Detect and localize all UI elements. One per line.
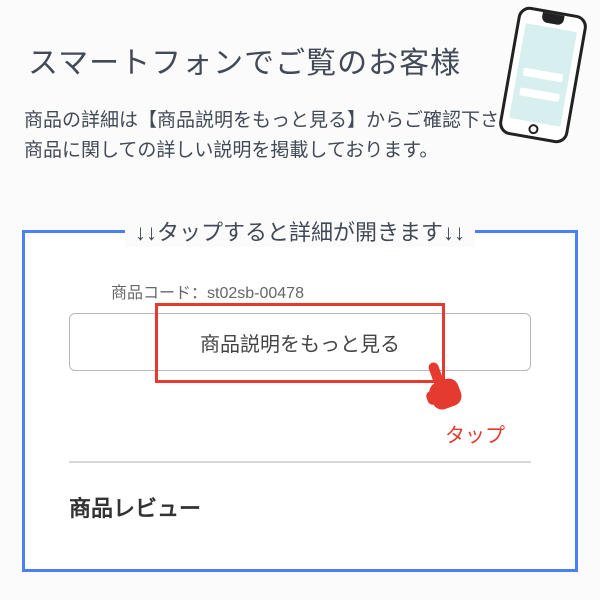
description-line: 商品に関しての詳しい説明を掲載しております。 <box>24 140 438 161</box>
review-heading: 商品レビュー <box>69 491 201 523</box>
show-more-description-button[interactable]: 商品説明をもっと見る <box>69 313 531 371</box>
frame-legend: ↓↓タップすると詳細が開きます↓↓ <box>125 215 475 247</box>
instruction-frame: ↓↓タップすると詳細が開きます↓↓ 商品コード：st02sb-00478 商品説… <box>22 230 578 572</box>
product-code-value: st02sb-00478 <box>207 285 304 302</box>
description-line: 商品の詳細は【商品説明をもっと見る】からご確認下さい。 <box>24 110 537 131</box>
product-code-label: 商品コード： <box>111 285 207 302</box>
tap-label: タップ <box>445 419 505 448</box>
show-more-description-label: 商品説明をもっと見る <box>200 328 400 357</box>
divider <box>69 461 531 463</box>
product-code: 商品コード：st02sb-00478 <box>111 279 304 303</box>
